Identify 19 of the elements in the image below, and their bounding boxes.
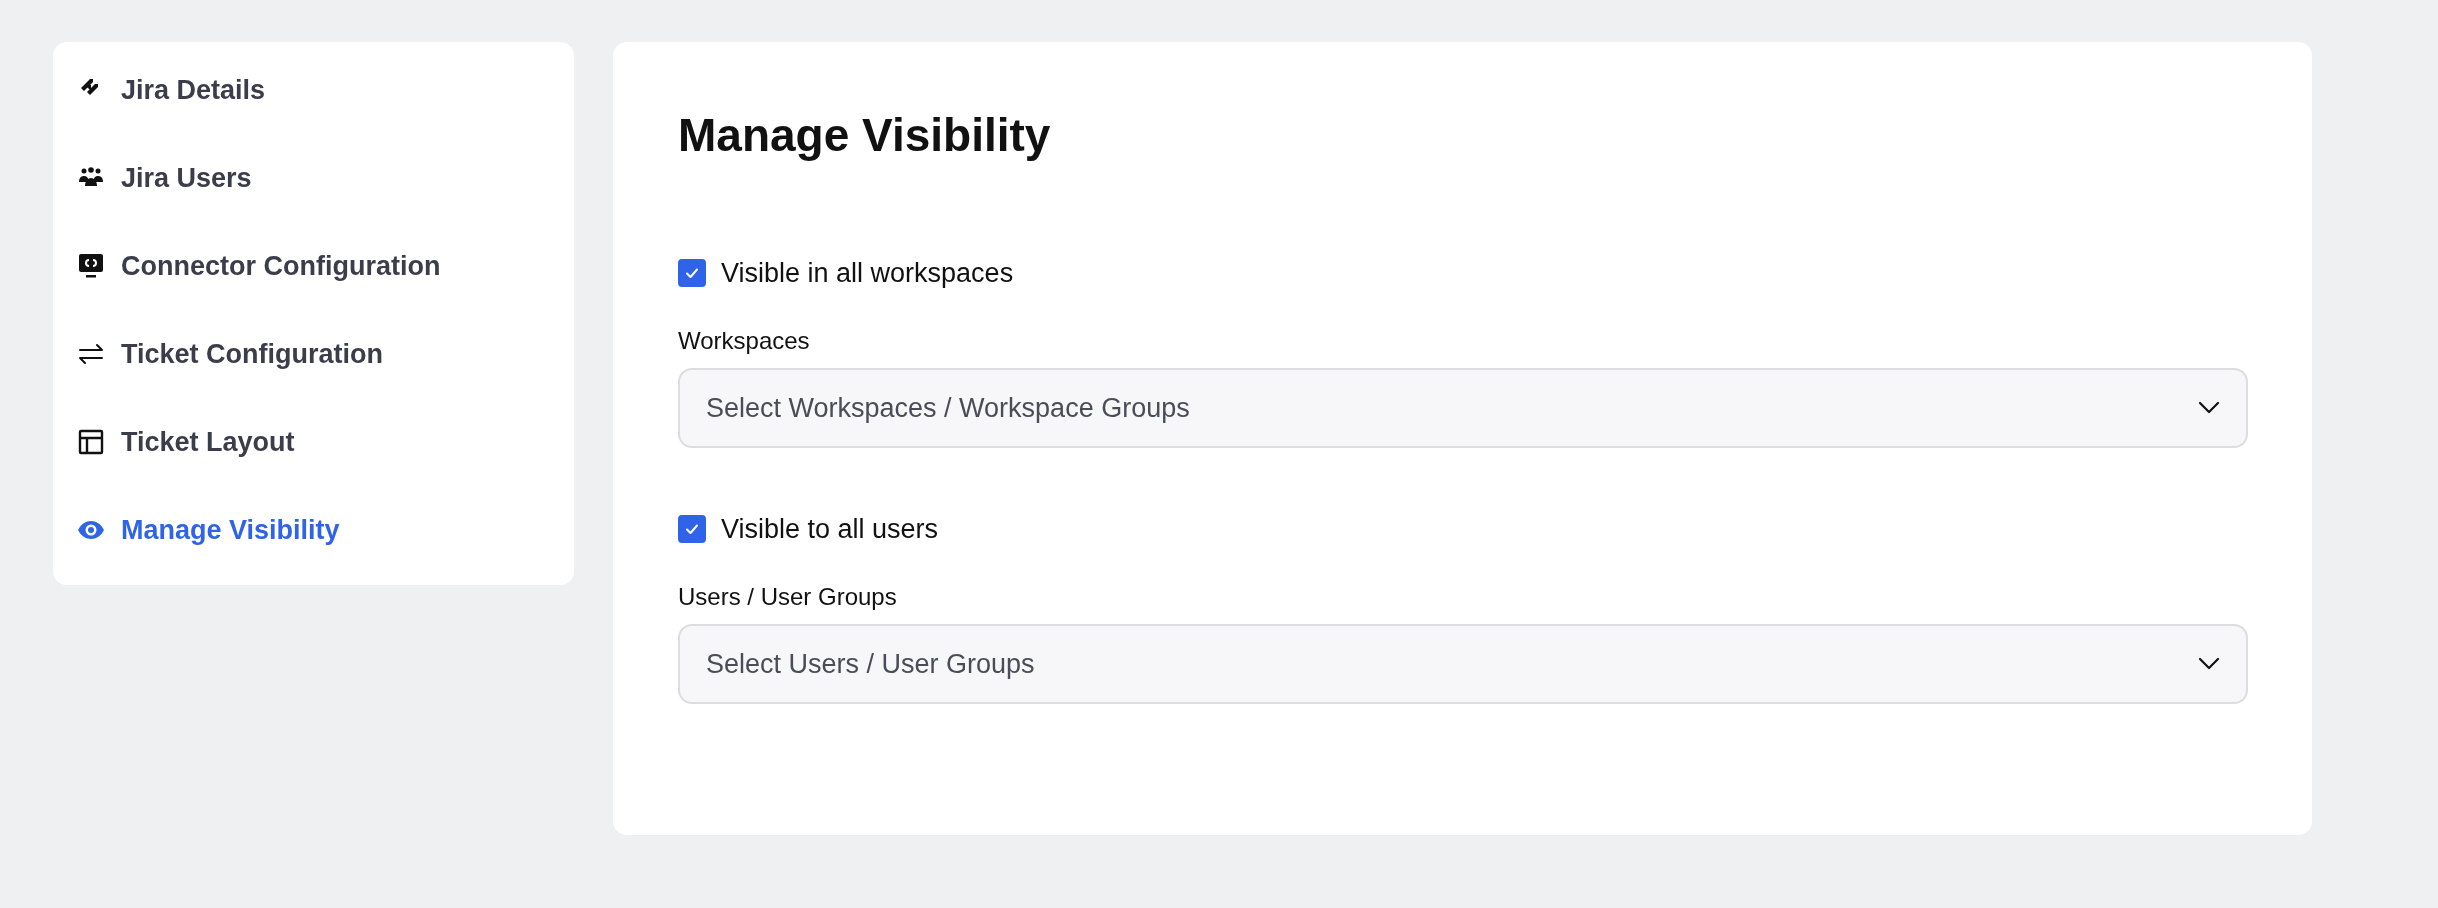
- sidebar-item[interactable]: Jira Users: [53, 134, 574, 222]
- sidebar-item[interactable]: Ticket Configuration: [53, 310, 574, 398]
- layout-icon: [77, 428, 105, 456]
- checkbox-label[interactable]: Visible to all users: [721, 513, 939, 545]
- field-label: Workspaces: [678, 326, 811, 356]
- sidebar-item[interactable]: Connector Configuration: [53, 222, 574, 310]
- checkbox[interactable]: [678, 259, 706, 287]
- chevron-down-icon: [2198, 401, 2220, 415]
- checkbox-label[interactable]: Visible in all workspaces: [721, 257, 1014, 289]
- select-dropdown[interactable]: Select Users / User Groups: [678, 624, 2248, 704]
- select-dropdown[interactable]: Select Workspaces / Workspace Groups: [678, 368, 2248, 448]
- sidebar-item[interactable]: Jira Details: [53, 46, 574, 134]
- sidebar-item[interactable]: Manage Visibility: [53, 486, 574, 574]
- monitor-icon: [77, 252, 105, 280]
- field-label: Users / User Groups: [678, 582, 898, 612]
- chevron-down-icon: [2198, 657, 2220, 671]
- page-title: Manage Visibility: [678, 108, 1052, 162]
- sidebar-item[interactable]: Ticket Layout: [53, 398, 574, 486]
- checkbox[interactable]: [678, 515, 706, 543]
